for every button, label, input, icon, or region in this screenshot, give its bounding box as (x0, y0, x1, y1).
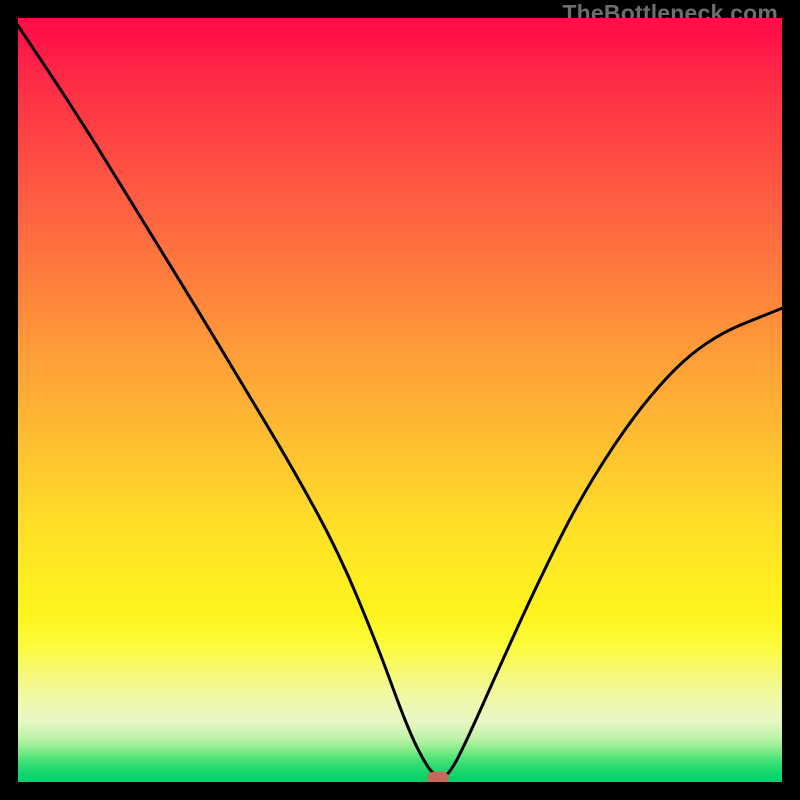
curve-layer (18, 18, 782, 782)
minimum-marker (427, 772, 449, 782)
bottleneck-curve (18, 26, 782, 777)
chart-frame: TheBottleneck.com (0, 0, 800, 800)
plot-area (18, 18, 782, 782)
